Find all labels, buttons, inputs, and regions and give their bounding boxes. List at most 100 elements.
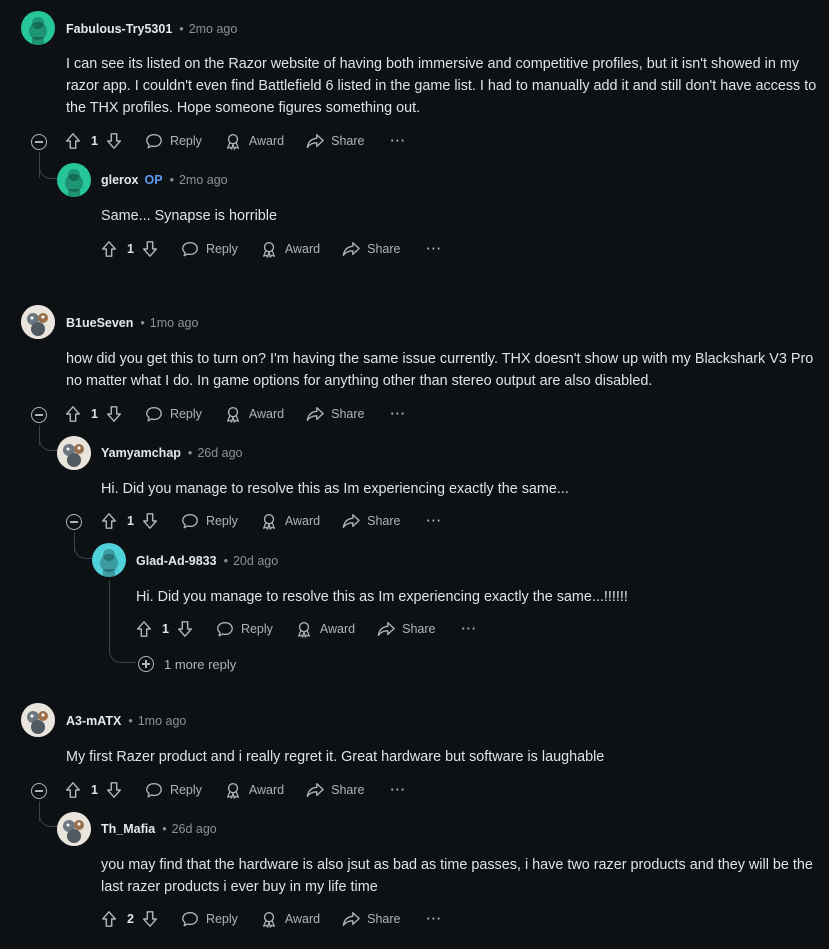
avatar[interactable]: [21, 11, 55, 45]
collapse-thread-button[interactable]: [31, 407, 47, 423]
share-button[interactable]: Share: [306, 781, 365, 799]
upvote-icon[interactable]: [64, 132, 82, 150]
collapse-thread-button[interactable]: [66, 514, 82, 530]
downvote-icon[interactable]: [141, 240, 159, 258]
comment-body: you may find that the hardware is also j…: [101, 857, 813, 895]
upvote-icon[interactable]: [135, 620, 153, 638]
vote-count: 1: [91, 783, 98, 797]
comment-body: Same... Synapse is horrible: [101, 208, 277, 224]
more-options-icon[interactable]: ···: [427, 912, 443, 926]
more-options-icon[interactable]: ···: [462, 622, 478, 636]
comment-meta: Fabulous-Try5301 • 2mo ago: [66, 22, 238, 36]
username[interactable]: Fabulous-Try5301: [66, 22, 172, 36]
upvote-icon[interactable]: [100, 240, 118, 258]
thread-branch: [74, 540, 93, 559]
avatar[interactable]: [57, 812, 91, 846]
avatar[interactable]: [21, 703, 55, 737]
comment-actions: 2 Reply Award Share ···: [100, 907, 442, 931]
award-button[interactable]: Award: [295, 620, 355, 638]
downvote-icon[interactable]: [141, 512, 159, 530]
avatar[interactable]: [57, 436, 91, 470]
comment-actions: 1 Reply Award Share ···: [64, 778, 406, 802]
username[interactable]: glerox: [101, 173, 139, 187]
reply-icon: [145, 781, 163, 799]
share-icon: [306, 132, 324, 150]
more-options-icon[interactable]: ···: [391, 407, 407, 421]
reply-button[interactable]: Reply: [181, 240, 238, 258]
timestamp[interactable]: 20d ago: [233, 554, 278, 568]
award-icon: [260, 240, 278, 258]
comment-actions: 1 Reply Award Share ···: [135, 617, 477, 641]
share-button[interactable]: Share: [306, 405, 365, 423]
username[interactable]: Th_Mafia: [101, 822, 155, 836]
timestamp[interactable]: 1mo ago: [138, 714, 187, 728]
reply-button[interactable]: Reply: [145, 781, 202, 799]
username[interactable]: Yamyamchap: [101, 446, 181, 460]
more-options-icon[interactable]: ···: [427, 514, 443, 528]
award-button[interactable]: Award: [260, 240, 320, 258]
downvote-icon[interactable]: [105, 781, 123, 799]
avatar[interactable]: [21, 305, 55, 339]
award-icon: [224, 781, 242, 799]
upvote-icon[interactable]: [100, 512, 118, 530]
downvote-icon[interactable]: [141, 910, 159, 928]
username[interactable]: B1ueSeven: [66, 316, 133, 330]
downvote-icon[interactable]: [176, 620, 194, 638]
reply-icon: [216, 620, 234, 638]
collapse-thread-button[interactable]: [31, 783, 47, 799]
comment-body: Hi. Did you manage to resolve this as Im…: [136, 589, 628, 605]
share-icon: [377, 620, 395, 638]
award-icon: [260, 512, 278, 530]
vote-count: 1: [91, 134, 98, 148]
reply-button[interactable]: Reply: [181, 512, 238, 530]
downvote-icon[interactable]: [105, 132, 123, 150]
downvote-icon[interactable]: [105, 405, 123, 423]
thread-branch: [39, 808, 58, 827]
comment-actions: 1 Reply Award Share ···: [100, 237, 442, 261]
avatar[interactable]: [57, 163, 91, 197]
reply-icon: [145, 405, 163, 423]
comment-actions: 1 Reply Award Share ···: [64, 129, 406, 153]
timestamp[interactable]: 26d ago: [172, 822, 217, 836]
timestamp[interactable]: 2mo ago: [179, 173, 228, 187]
username[interactable]: Glad-Ad-9833: [136, 554, 217, 568]
comment-meta: A3-mATX • 1mo ago: [66, 714, 187, 728]
share-button[interactable]: Share: [342, 240, 401, 258]
share-button[interactable]: Share: [342, 512, 401, 530]
reply-button[interactable]: Reply: [145, 132, 202, 150]
timestamp[interactable]: 1mo ago: [150, 316, 199, 330]
reply-button[interactable]: Reply: [145, 405, 202, 423]
reply-icon: [181, 910, 199, 928]
award-button[interactable]: Award: [224, 405, 284, 423]
share-button[interactable]: Share: [306, 132, 365, 150]
op-badge: OP: [144, 173, 163, 187]
username[interactable]: A3-mATX: [66, 714, 121, 728]
timestamp[interactable]: 2mo ago: [189, 22, 238, 36]
award-icon: [224, 132, 242, 150]
award-button[interactable]: Award: [224, 132, 284, 150]
comment-meta: Glad-Ad-9833 • 20d ago: [136, 554, 279, 568]
upvote-icon[interactable]: [100, 910, 118, 928]
share-button[interactable]: Share: [377, 620, 436, 638]
comment-body: Hi. Did you manage to resolve this as Im…: [101, 481, 569, 497]
award-button[interactable]: Award: [260, 512, 320, 530]
award-button[interactable]: Award: [260, 910, 320, 928]
upvote-icon[interactable]: [64, 781, 82, 799]
share-button[interactable]: Share: [342, 910, 401, 928]
comment-meta: glerox OP • 2mo ago: [101, 173, 228, 187]
more-options-icon[interactable]: ···: [391, 134, 407, 148]
timestamp[interactable]: 26d ago: [197, 446, 242, 460]
comment-body: how did you get this to turn on? I'm hav…: [66, 351, 814, 389]
avatar[interactable]: [92, 543, 126, 577]
more-replies-button[interactable]: 1 more reply: [138, 656, 236, 672]
thread-line: [109, 580, 110, 652]
upvote-icon[interactable]: [64, 405, 82, 423]
more-options-icon[interactable]: ···: [427, 242, 443, 256]
reply-icon: [145, 132, 163, 150]
reply-button[interactable]: Reply: [216, 620, 273, 638]
collapse-thread-button[interactable]: [31, 134, 47, 150]
reply-button[interactable]: Reply: [181, 910, 238, 928]
award-button[interactable]: Award: [224, 781, 284, 799]
more-options-icon[interactable]: ···: [391, 783, 407, 797]
share-icon: [342, 512, 360, 530]
